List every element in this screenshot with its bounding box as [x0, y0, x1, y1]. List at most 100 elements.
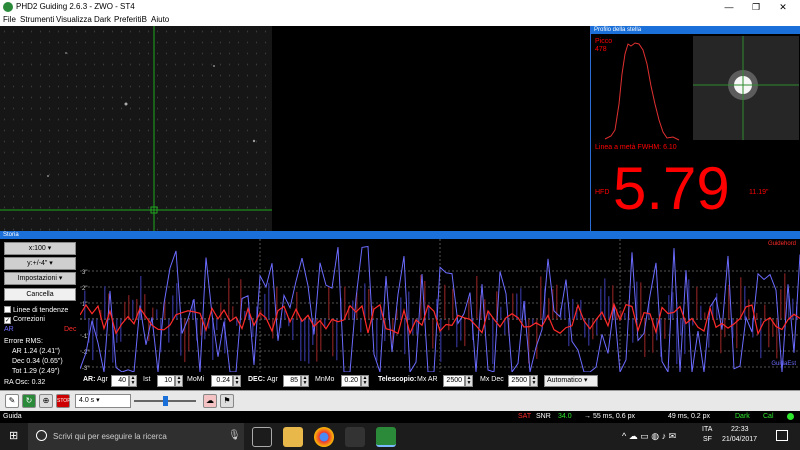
- target-icon[interactable]: ⊕: [39, 394, 53, 408]
- graph-label-bottom: GuidaEst: [771, 361, 796, 367]
- correction-bar: [300, 319, 302, 361]
- correction-bar: [672, 292, 674, 319]
- minimize-button[interactable]: —: [716, 1, 742, 13]
- correction-bar: [432, 319, 434, 349]
- correction-bar: [84, 290, 86, 319]
- dec-mnmo-input[interactable]: 0.20: [341, 375, 361, 387]
- correction-bar: [124, 301, 126, 319]
- correction-bar: [172, 295, 174, 319]
- corrections-checkbox[interactable]: ✓ Correzioni: [4, 316, 45, 324]
- menu-aiuto[interactable]: Aiuto: [151, 15, 169, 24]
- dec-section-label: DEC:: [248, 376, 266, 383]
- guide-history-graph[interactable]: 3"2"1"-1"-2"-3" Guidehord GuidaEst: [80, 239, 800, 372]
- cancel-button[interactable]: Cancella: [4, 288, 76, 301]
- correction-bar: [764, 304, 766, 319]
- correction-bar: [760, 319, 762, 359]
- ra-osc: RA Osc: 0.32: [4, 379, 46, 386]
- menu-file[interactable]: File: [3, 15, 16, 24]
- history-header: Storia: [0, 231, 800, 239]
- file-explorer-icon[interactable]: [283, 427, 303, 447]
- status-sat: SAT: [518, 413, 532, 420]
- correction-bar: [444, 284, 446, 319]
- correction-bar: [452, 288, 454, 319]
- ar-momi-spinner[interactable]: ▲ ▼: [233, 375, 241, 387]
- correction-bar: [120, 319, 122, 342]
- title-bar: PHD2 Guiding 2.6.3 - ZWO - ST4 — ❐ ✕: [0, 0, 800, 14]
- chrome-icon[interactable]: [314, 427, 334, 447]
- cortana-icon: [36, 430, 47, 441]
- ar-agr-input[interactable]: 40: [111, 375, 129, 387]
- exposure-select[interactable]: 4.0 s ▾: [75, 394, 131, 408]
- language-indicator[interactable]: ITA: [702, 426, 712, 433]
- correction-bar: [596, 319, 598, 336]
- bookmark-icon[interactable]: ⚑: [220, 394, 234, 408]
- keyboard-indicator[interactable]: SF: [703, 436, 712, 443]
- menu-preferiti[interactable]: PreferitiB: [114, 15, 147, 24]
- clock-time[interactable]: 22:33: [731, 426, 749, 433]
- correction-bar: [756, 312, 758, 319]
- correction-bar: [376, 319, 378, 361]
- correction-bar: [400, 297, 402, 319]
- correction-bar: [608, 296, 610, 319]
- notification-icon[interactable]: [776, 430, 788, 441]
- x-scale-button[interactable]: x:100 ▾: [4, 242, 76, 255]
- taskbar-search-box[interactable]: Scrivi qui per eseguire la ricerca 🎙: [28, 423, 244, 450]
- task-view-icon[interactable]: [252, 427, 272, 447]
- y-scale-button[interactable]: y:+/-4" ▾: [4, 257, 76, 270]
- correction-bar: [264, 293, 266, 319]
- profile-header: Profilo della stella: [591, 26, 800, 34]
- correction-bar: [776, 319, 778, 359]
- status-dec-pulse: 49 ms, 0.2 px: [668, 413, 711, 420]
- mx-dec-spinner[interactable]: ▲ ▼: [530, 375, 538, 387]
- correction-bar: [152, 307, 154, 319]
- phd2-app-icon: [3, 2, 13, 12]
- correction-bar: [604, 278, 606, 319]
- maximize-button[interactable]: ❐: [743, 1, 769, 13]
- mx-dec-label: Mx Dec: [480, 376, 504, 383]
- menu-dark[interactable]: Dark: [94, 15, 111, 24]
- windows-start-icon[interactable]: ⊞: [9, 431, 20, 442]
- dec-mnmo-spinner[interactable]: ▲ ▼: [361, 375, 369, 387]
- telescope-label: Telescopio:: [378, 376, 417, 383]
- guide-camera-view[interactable]: [0, 26, 272, 231]
- loop-icon[interactable]: ✎: [5, 394, 19, 408]
- correction-bar: [268, 282, 270, 319]
- clock-date[interactable]: 21/04/2017: [722, 436, 757, 443]
- peak-label: Picco: [595, 38, 613, 45]
- ar-momi-input[interactable]: 0.24: [211, 375, 233, 387]
- tray-icons[interactable]: ^ ☁ ▭ ◍ ♪ ✉: [622, 431, 676, 442]
- correction-bar: [668, 295, 670, 319]
- stellarium-icon[interactable]: [345, 427, 365, 447]
- phd2-taskbar-icon[interactable]: [376, 427, 396, 447]
- mx-ar-spinner[interactable]: ▲ ▼: [465, 375, 473, 387]
- ar-section-label: AR:: [83, 376, 96, 383]
- trend-lines-checkbox[interactable]: Linee di tendenze: [4, 306, 68, 314]
- dec-mode-select[interactable]: Automatico ▾: [544, 375, 598, 387]
- dec-agr-spinner[interactable]: ▲ ▼: [301, 375, 309, 387]
- brain-icon[interactable]: ☁: [203, 394, 217, 408]
- correction-bar: [696, 286, 698, 319]
- history-controls: x:100 ▾ y:+/-4" ▾ Impostazioni ▾ Cancell…: [0, 239, 80, 390]
- correction-bar: [296, 291, 298, 319]
- menu-strumenti[interactable]: Strumenti: [20, 15, 54, 24]
- status-ra-pulse: → 55 ms, 0.6 px: [584, 413, 635, 420]
- correction-bar: [132, 299, 134, 319]
- correction-bar: [360, 319, 362, 333]
- correction-bar: [740, 277, 742, 319]
- correction-bar: [216, 319, 218, 331]
- correction-bar: [168, 319, 170, 343]
- ar-agr-spinner[interactable]: ▲ ▼: [129, 375, 137, 387]
- microphone-icon[interactable]: 🎙: [228, 430, 241, 441]
- gamma-slider-thumb[interactable]: [163, 396, 168, 406]
- stop-icon[interactable]: STOP: [56, 394, 71, 408]
- window-title: PHD2 Guiding 2.6.3 - ZWO - ST4: [16, 2, 135, 11]
- menu-visualizza[interactable]: Visualizza: [56, 15, 92, 24]
- ar-ist-spinner[interactable]: ▲ ▼: [175, 375, 183, 387]
- dec-agr-input[interactable]: 85: [283, 375, 301, 387]
- ar-ist-input[interactable]: 10: [157, 375, 175, 387]
- refresh-icon[interactable]: ↻: [22, 394, 36, 408]
- mx-dec-input[interactable]: 2500: [508, 375, 530, 387]
- settings-button[interactable]: Impostazioni ▾: [4, 272, 76, 285]
- mx-ar-input[interactable]: 2500: [443, 375, 465, 387]
- close-button[interactable]: ✕: [770, 1, 796, 13]
